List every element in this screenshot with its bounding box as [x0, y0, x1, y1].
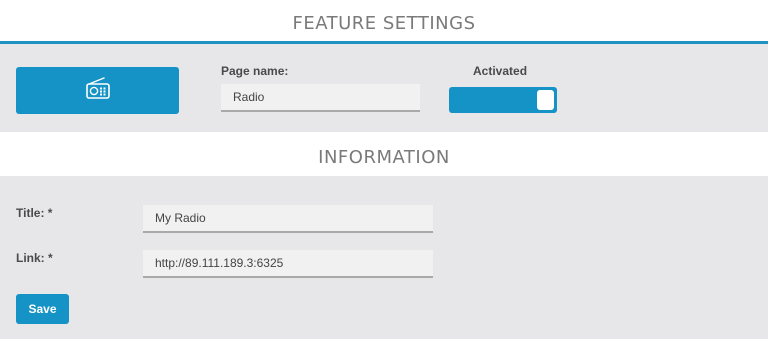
link-label: Link: *: [16, 251, 53, 265]
title-input[interactable]: [143, 205, 433, 233]
information-panel: Title: * Link: * Save: [0, 176, 768, 339]
link-input[interactable]: [143, 250, 433, 278]
page-name-label: Page name:: [221, 64, 289, 78]
radio-icon: [85, 76, 111, 105]
feature-settings-page: FEATURE SETTINGS Page name: Activated: [0, 0, 768, 339]
activated-label: Activated: [473, 64, 528, 78]
page-icon-button[interactable]: [16, 67, 179, 114]
title-label: Title: *: [16, 206, 53, 220]
feature-settings-header: FEATURE SETTINGS: [292, 13, 476, 34]
information-header: INFORMATION: [318, 147, 450, 168]
activated-toggle[interactable]: [449, 87, 557, 113]
page-name-input[interactable]: [221, 84, 420, 112]
feature-settings-panel: Page name: Activated: [0, 44, 768, 132]
save-button[interactable]: Save: [16, 294, 69, 324]
toggle-knob: [537, 90, 554, 110]
